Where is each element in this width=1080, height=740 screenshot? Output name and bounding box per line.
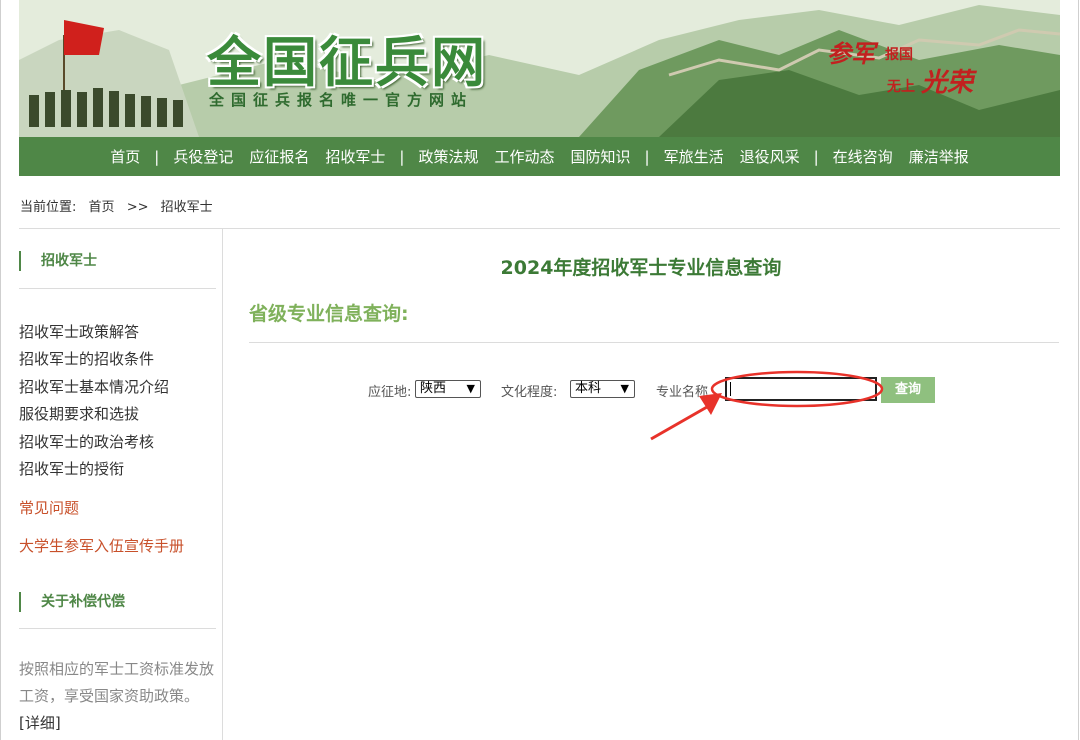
site-banner: 全国征兵网 全国征兵报名唯一官方网站 参军 报国 无上 光荣 <box>19 0 1060 137</box>
sidebar-link-political-review[interactable]: 招收军士的政治考核 <box>19 431 154 452</box>
education-select-value: 本科 <box>575 381 602 396</box>
chevron-down-icon: ▼ <box>620 382 629 395</box>
sidebar-link-handbook[interactable]: 大学生参军入伍宣传手册 <box>19 535 184 556</box>
breadcrumb-label: 当前位置: <box>20 200 77 215</box>
nav-item-policy[interactable]: 政策法规 <box>410 146 486 167</box>
divider <box>19 288 216 289</box>
nav-item-news[interactable]: 工作动态 <box>486 146 562 167</box>
sidebar-link-ranks[interactable]: 招收军士的授衔 <box>19 458 124 479</box>
breadcrumb-current[interactable]: 招收军士 <box>161 200 213 215</box>
chevron-down-icon: ▼ <box>466 382 475 395</box>
page-right-border <box>1078 0 1079 740</box>
nav-item-defense-knowledge[interactable]: 国防知识 <box>563 146 639 167</box>
sidebar-section-title-compensation: 关于补偿代偿 <box>19 592 125 612</box>
sidebar-link-faq[interactable]: 常见问题 <box>19 497 79 518</box>
slogan-baoguo: 报国 <box>885 47 913 63</box>
sidebar: 招收军士 招收军士政策解答 招收军士的招收条件 招收军士基本情况介绍 服役期要求… <box>19 229 223 740</box>
sidebar-section-title-nco: 招收军士 <box>19 251 97 271</box>
slogan-wushang: 无上 <box>887 79 915 95</box>
nav-item-military-life[interactable]: 军旅生活 <box>656 146 732 167</box>
nav-item-registration[interactable]: 兵役登记 <box>165 146 241 167</box>
compensation-description: 按照相应的军士工资标准发放工资，享受国家资助政策。 <box>19 660 215 705</box>
nav-item-enlist-signup[interactable]: 应征报名 <box>241 146 317 167</box>
divider <box>19 628 216 629</box>
section-subtitle: 省级专业信息查询: <box>249 303 409 325</box>
sidebar-link-service-term[interactable]: 服役期要求和选拔 <box>19 403 139 424</box>
slogan-guangrong: 光荣 <box>921 68 974 98</box>
nav-separator: | <box>399 147 405 166</box>
sidebar-link-conditions[interactable]: 招收军士的招收条件 <box>19 348 154 369</box>
region-label: 应征地: <box>368 385 412 400</box>
breadcrumb-home[interactable]: 首页 <box>89 200 115 215</box>
breadcrumb-separator: >> <box>126 200 149 215</box>
sidebar-compensation-text: 按照相应的军士工资标准发放工资，享受国家资助政策。 [详细] <box>19 656 217 737</box>
nav-item-nco-recruit[interactable]: 招收军士 <box>317 146 393 167</box>
nav-item-veterans[interactable]: 退役风采 <box>732 146 808 167</box>
sidebar-link-basic-intro[interactable]: 招收军士基本情况介绍 <box>19 376 169 397</box>
query-button[interactable]: 查询 <box>881 377 935 403</box>
education-select[interactable]: 本科 ▼ <box>570 380 635 398</box>
arrow-shaft <box>650 405 708 441</box>
sidebar-link-policy-answers[interactable]: 招收军士政策解答 <box>19 321 139 342</box>
banner-landscape-image <box>19 0 1060 137</box>
education-label: 文化程度: <box>501 385 558 400</box>
major-name-input[interactable] <box>725 377 877 401</box>
nav-item-report[interactable]: 廉洁举报 <box>901 146 977 167</box>
slogan-canjun: 参军 <box>827 39 875 68</box>
breadcrumb: 当前位置: 首页 >> 招收军士 <box>20 196 221 215</box>
nav-item-home[interactable]: 首页 <box>102 146 148 167</box>
text-cursor <box>730 382 731 396</box>
nav-item-consult[interactable]: 在线咨询 <box>825 146 901 167</box>
nav-separator: | <box>644 147 650 166</box>
divider <box>249 342 1059 343</box>
site-title: 全国征兵网 <box>207 31 487 94</box>
nav-separator: | <box>813 147 819 166</box>
region-select[interactable]: 陕西 ▼ <box>415 380 481 398</box>
page-left-border <box>0 0 1 740</box>
region-select-value: 陕西 <box>420 381 447 396</box>
site-subtitle: 全国征兵报名唯一官方网站 <box>209 91 474 109</box>
page-title: 2024年度招收军士专业信息查询 <box>500 257 782 279</box>
page: 全国征兵网 全国征兵报名唯一官方网站 参军 报国 无上 光荣 首页 | 兵役登记… <box>0 0 1080 740</box>
detail-link[interactable]: [详细] <box>19 714 61 732</box>
major-name-label: 专业名称 <box>656 385 709 400</box>
nav-separator: | <box>154 147 160 166</box>
main-nav: 首页 | 兵役登记 应征报名 招收军士 | 政策法规 工作动态 国防知识 | 军… <box>19 137 1060 176</box>
